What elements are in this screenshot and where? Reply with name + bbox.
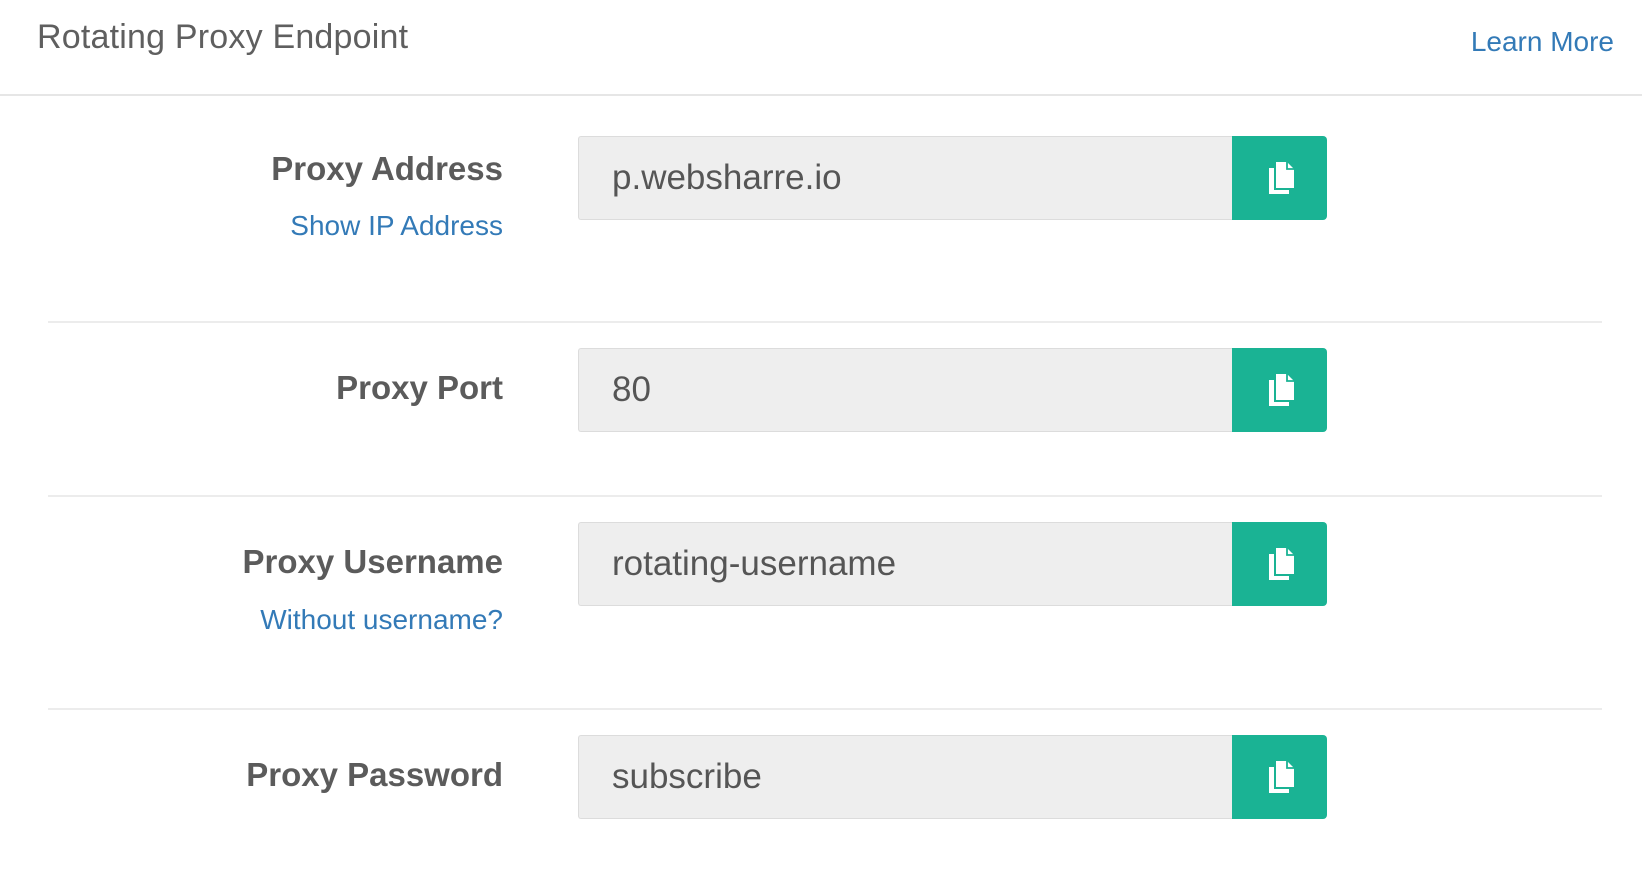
proxy-port-field[interactable] xyxy=(578,348,1232,432)
row-divider xyxy=(48,495,1602,497)
copy-proxy-username-button[interactable] xyxy=(1232,522,1327,606)
page-header: Rotating Proxy Endpoint Learn More xyxy=(0,0,1642,96)
row-divider xyxy=(48,321,1602,323)
copy-icon xyxy=(1264,372,1296,408)
learn-more-link[interactable]: Learn More xyxy=(1471,26,1614,58)
proxy-password-label: Proxy Password xyxy=(246,756,503,793)
show-ip-address-link[interactable]: Show IP Address xyxy=(290,210,503,242)
proxy-username-field[interactable] xyxy=(578,522,1232,606)
proxy-password-field[interactable] xyxy=(578,735,1232,819)
proxy-address-label: Proxy Address xyxy=(271,150,503,187)
copy-proxy-port-button[interactable] xyxy=(1232,348,1327,432)
page-title: Rotating Proxy Endpoint xyxy=(37,18,409,56)
without-username-link[interactable]: Without username? xyxy=(260,604,503,636)
copy-icon xyxy=(1264,546,1296,582)
proxy-address-field[interactable] xyxy=(578,136,1232,220)
row-divider xyxy=(48,708,1602,710)
copy-icon xyxy=(1264,160,1296,196)
proxy-username-label: Proxy Username xyxy=(242,543,503,580)
copy-proxy-password-button[interactable] xyxy=(1232,735,1327,819)
copy-proxy-address-button[interactable] xyxy=(1232,136,1327,220)
proxy-port-label: Proxy Port xyxy=(336,369,503,406)
copy-icon xyxy=(1264,759,1296,795)
